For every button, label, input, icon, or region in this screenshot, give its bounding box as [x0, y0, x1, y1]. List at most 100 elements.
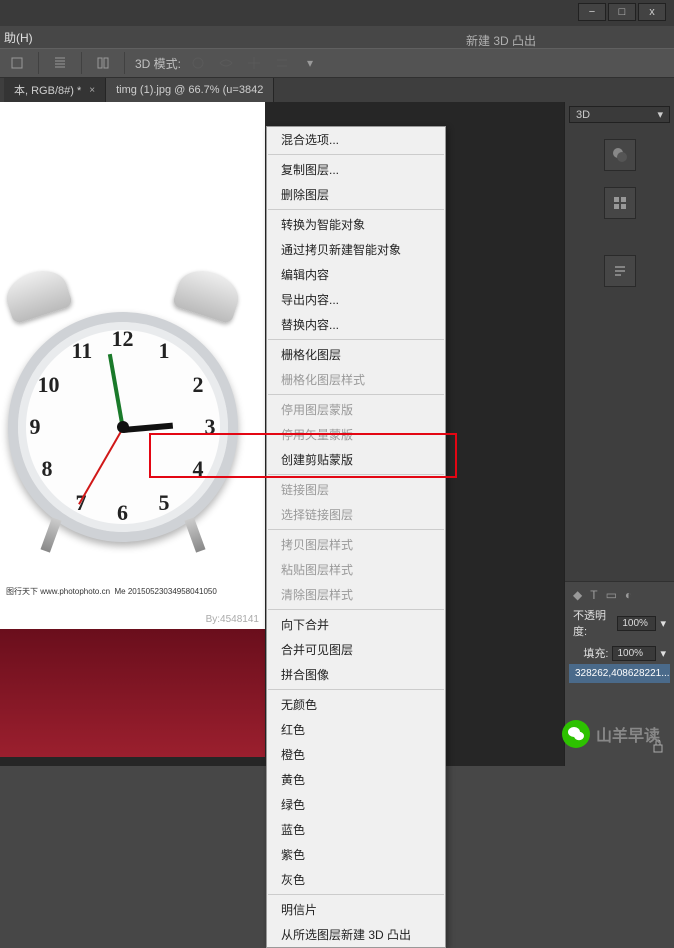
menu-item[interactable]: 栅格化图层 [267, 342, 445, 367]
wechat-text: 山羊早读 [596, 722, 660, 746]
right-panel: 3D ▾ ◆ T ▭ ◐ 不透明度: 100% [564, 102, 674, 766]
clock-leg [40, 517, 61, 552]
clock-leg [184, 517, 205, 552]
menu-item[interactable]: 橙色 [267, 742, 445, 766]
paragraph-icon[interactable] [604, 255, 636, 287]
clock-number: 1 [159, 338, 170, 364]
menu-item[interactable]: 通过拷贝新建智能对象 [267, 237, 445, 262]
mode-icon-pan[interactable] [243, 52, 265, 74]
clock-center [117, 421, 129, 433]
menu-item[interactable]: 删除图层 [267, 182, 445, 207]
menu-separator [268, 609, 444, 610]
menu-separator [268, 394, 444, 395]
fill-label: 填充: [583, 645, 608, 661]
option-icon-1[interactable] [49, 52, 71, 74]
swatches-icon[interactable] [604, 139, 636, 171]
layers-panel-icons: ◆ T ▭ ◐ [569, 586, 670, 604]
chevron-down-icon[interactable]: ▾ [299, 52, 321, 74]
menu-separator [268, 154, 444, 155]
menu-item: 粘贴图层样式 [267, 557, 445, 582]
clock-number: 5 [159, 490, 170, 516]
chevron-down-icon[interactable]: ▾ [660, 617, 666, 630]
type-icon[interactable]: T [590, 588, 597, 602]
mode-icon-roll[interactable] [215, 52, 237, 74]
document-tab-2[interactable]: timg (1).jpg @ 66.7% (u=3842 [106, 78, 274, 102]
maximize-button[interactable]: □ [608, 3, 636, 21]
menu-item[interactable]: 转换为智能对象 [267, 212, 445, 237]
image-bottom-area [0, 629, 265, 757]
menu-item[interactable]: 导出内容... [267, 287, 445, 312]
clock-number: 2 [193, 372, 204, 398]
option-icon-2[interactable] [92, 52, 114, 74]
grid-icon[interactable] [604, 187, 636, 219]
separator [124, 52, 125, 74]
menu-item: 栅格化图层样式 [267, 367, 445, 392]
bell-icon [172, 263, 245, 324]
titlebar: − □ x [0, 0, 674, 26]
eye-icon[interactable]: ◆ [573, 588, 582, 602]
menu-item[interactable]: 无颜色 [267, 692, 445, 717]
chevron-down-icon[interactable]: ▾ [660, 647, 666, 660]
workspace: 1 2 3 4 5 6 7 8 9 10 11 12 [0, 102, 674, 766]
wechat-badge: 山羊早读 [562, 720, 660, 748]
opacity-input[interactable]: 100% [617, 616, 656, 631]
menu-item: 拷贝图层样式 [267, 532, 445, 557]
minute-hand [107, 354, 124, 430]
layer-context-menu[interactable]: 混合选项... 复制图层...删除图层转换为智能对象通过拷贝新建智能对象编辑内容导… [266, 126, 446, 766]
clock-number: 12 [112, 326, 134, 352]
mode-label: 3D 模式: [135, 55, 181, 72]
clock-number: 3 [205, 414, 216, 440]
document-tab-1[interactable]: 本, RGB/8#) * × [4, 78, 106, 102]
close-button[interactable]: x [638, 3, 666, 21]
new-3d-extrusion-label[interactable]: 新建 3D 凸出 [466, 32, 536, 49]
menu-item: 停用矢量蒙版 [267, 422, 445, 447]
menu-item[interactable]: 创建剪贴蒙版 [267, 447, 445, 472]
menu-item[interactable]: 向下合并 [267, 612, 445, 637]
minimize-button[interactable]: − [578, 3, 606, 21]
canvas[interactable]: 1 2 3 4 5 6 7 8 9 10 11 12 [0, 102, 564, 766]
clock-number: 10 [38, 372, 60, 398]
smart-icon[interactable]: ◐ [625, 588, 632, 602]
menubar: 助(H) [0, 26, 674, 48]
fill-input[interactable]: 100% [612, 646, 656, 661]
tab-close-icon[interactable]: × [89, 85, 95, 96]
clock-number: 4 [193, 456, 204, 482]
watermark-author: By:4548141 [206, 614, 259, 625]
clock-face: 1 2 3 4 5 6 7 8 9 10 11 12 [8, 312, 238, 542]
mode-icon-orbit[interactable] [187, 52, 209, 74]
clock-number: 8 [42, 456, 53, 482]
document-tabs: 本, RGB/8#) * × timg (1).jpg @ 66.7% (u=3… [0, 78, 674, 102]
menu-separator [268, 339, 444, 340]
menu-item[interactable]: 复制图层... [267, 157, 445, 182]
shape-icon[interactable]: ▭ [606, 588, 617, 602]
hour-hand [122, 423, 172, 433]
wechat-icon [562, 720, 590, 748]
menu-separator [268, 474, 444, 475]
clock-number: 11 [72, 338, 93, 364]
image-content: 1 2 3 4 5 6 7 8 9 10 11 12 [0, 102, 265, 757]
bell-icon [1, 263, 74, 324]
tool-indicator-icon[interactable] [6, 52, 28, 74]
tab-label: timg (1).jpg @ 66.7% (u=3842 [116, 84, 263, 96]
layer-item[interactable]: 328262,408628221... [569, 664, 670, 683]
menu-item[interactable]: 合并可见图层 [267, 637, 445, 662]
menu-item: 清除图层样式 [267, 582, 445, 607]
menu-help[interactable]: 助(H) [4, 29, 33, 46]
watermark-text: 图行天下 www.photophoto.cn Me 20150523034958… [0, 586, 265, 597]
menu-item[interactable]: 替换内容... [267, 312, 445, 337]
menu-item[interactable]: 编辑内容 [267, 262, 445, 287]
tab-label: 本, RGB/8#) * [14, 82, 81, 98]
clock-image: 1 2 3 4 5 6 7 8 9 10 11 12 [0, 252, 265, 542]
menu-item: 选择链接图层 [267, 502, 445, 527]
mode-icon-slide[interactable] [271, 52, 293, 74]
separator [38, 52, 39, 74]
menu-item[interactable]: 混合选项... [267, 127, 445, 152]
opacity-label: 不透明度: [573, 607, 613, 639]
workspace-dropdown[interactable]: 3D ▾ [569, 106, 670, 123]
menu-separator [268, 689, 444, 690]
separator [81, 52, 82, 74]
menu-item[interactable]: 拼合图像 [267, 662, 445, 687]
menu-item: 停用图层蒙版 [267, 397, 445, 422]
menu-item[interactable]: 红色 [267, 717, 445, 742]
menu-separator [268, 529, 444, 530]
